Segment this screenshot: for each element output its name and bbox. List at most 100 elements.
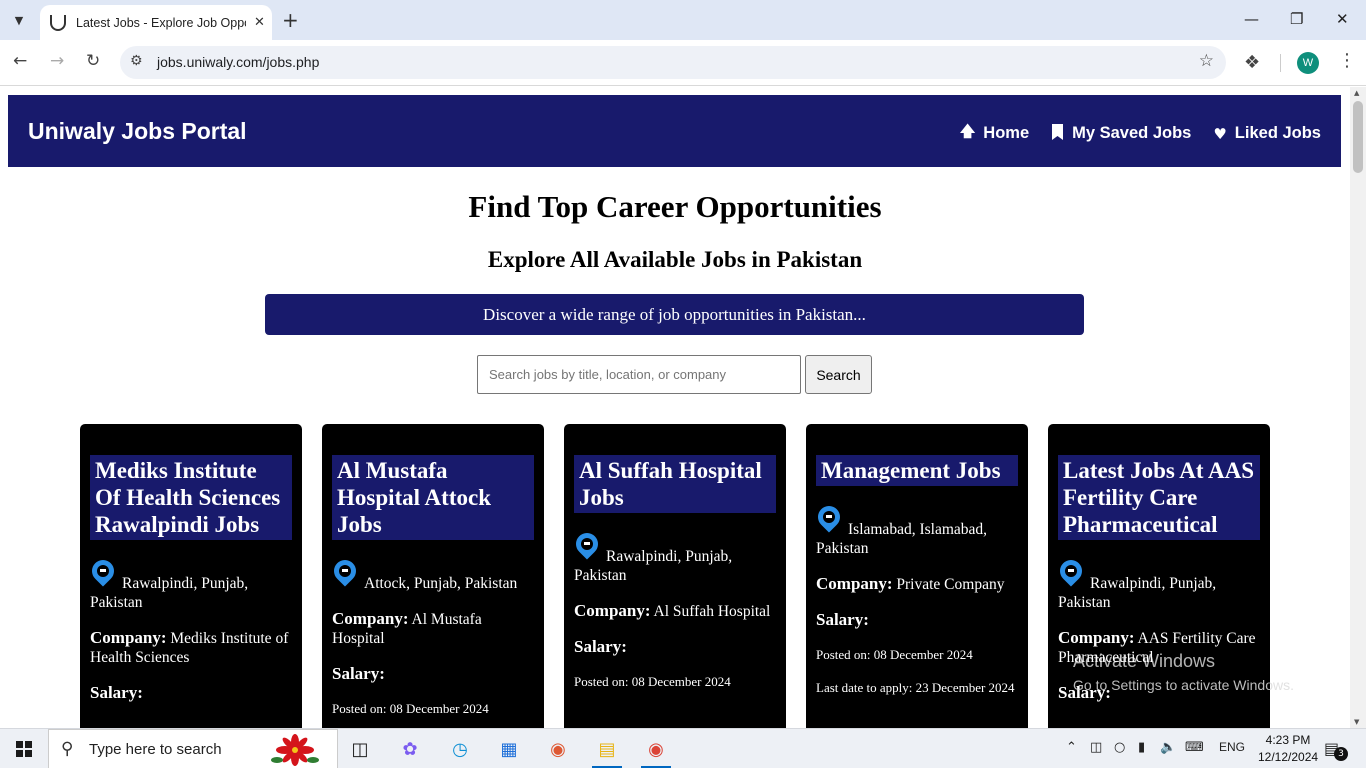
task-view-icon[interactable]: ◫ [345,734,375,764]
salary-label: Salary: [90,683,143,702]
scroll-up-icon[interactable]: ▲ [1354,89,1359,97]
job-title[interactable]: Al Mustafa Hospital Attock Jobs [332,455,534,540]
arrow-up-icon: 🡅 [959,122,976,140]
site-brand[interactable]: Uniwaly Jobs Portal [28,118,247,145]
file-explorer-icon[interactable]: ▤ [592,734,622,768]
posted-date: Posted on: 08 December 2024 [816,647,973,662]
salary-label: Salary: [574,637,627,656]
windows-start-icon[interactable] [16,741,32,757]
job-company: Company: Mediks Institute of Health Scie… [90,628,292,667]
company-name: Private Company [896,576,1005,593]
language-indicator[interactable]: ENG [1219,740,1245,754]
url-text[interactable]: jobs.uniwaly.com/jobs.php [157,54,319,70]
toolbar-divider [1280,54,1281,72]
keyboard-icon[interactable]: ⌨ [1185,740,1204,755]
back-icon[interactable]: ← [13,51,27,71]
chrome-browser-icon[interactable]: ◉ [641,734,671,768]
scroll-down-icon[interactable]: ▼ [1354,718,1359,726]
address-bar[interactable]: ⚙ jobs.uniwaly.com/jobs.php ☆ [120,46,1226,79]
intro-banner: Discover a wide range of job opportuniti… [265,294,1084,335]
restore-icon[interactable]: ❐ [1290,10,1303,28]
nav-liked-jobs-link[interactable]: ♥ Liked Jobs [1213,121,1321,146]
posted-date: Posted on: 08 December 2024 [574,674,731,689]
job-company: Company: Al Suffah Hospital [574,601,776,621]
company-label: Company: [574,601,651,620]
browser-toolbar: ← → ↻ ⚙ jobs.uniwaly.com/jobs.php ☆ [0,40,1366,86]
nav-liked-jobs-label: Liked Jobs [1234,124,1321,142]
job-title[interactable]: Latest Jobs At AAS Fertility Care Pharma… [1058,455,1260,540]
location-pin-icon [1055,555,1087,590]
taskbar-clock[interactable]: 4:23 PM 12/12/2024 [1258,732,1318,766]
job-title[interactable]: Mediks Institute Of Health Sciences Rawa… [90,455,292,540]
clock-date: 12/12/2024 [1258,750,1319,764]
extensions-icon[interactable]: ❖ [1244,52,1260,73]
new-tab-icon[interactable]: + [282,8,299,32]
job-location: Rawalpindi, Punjab, Pakistan [571,528,776,585]
job-company: Company: Al Mustafa Hospital [332,609,534,648]
nav-saved-jobs-link[interactable]: My Saved Jobs [1051,121,1191,146]
job-title[interactable]: Management Jobs [816,455,1018,486]
browser-tab[interactable]: Latest Jobs - Explore Job Opportunities … [40,5,272,40]
job-card[interactable]: Al Suffah Hospital Jobs Rawalpindi, Punj… [564,424,786,728]
site-nav: 🡅 Home My Saved Jobs ♥ Liked Jobs [960,121,1321,146]
clock-time: 4:23 PM [1265,733,1311,747]
edge-browser-icon[interactable]: ◷ [445,734,475,764]
salary-label: Salary: [816,610,869,629]
job-location: Rawalpindi, Punjab, Pakistan [1055,555,1260,612]
company-label: Company: [816,574,893,593]
reload-icon[interactable]: ↻ [86,51,100,71]
tab-search-dropdown-icon[interactable]: ▼ [6,7,32,33]
location-pin-icon [571,528,603,563]
minimize-icon[interactable]: — [1244,10,1259,28]
notification-count: 3 [1334,747,1348,761]
page-scrollbar[interactable]: ▲ ▼ [1350,87,1366,728]
taskbar-search-placeholder: Type here to search [89,741,222,758]
meet-now-icon[interactable]: ◫ [1090,740,1102,755]
poinsettia-icon [271,734,319,766]
nav-home-link[interactable]: 🡅 Home [960,121,1029,146]
bookmark-icon [1051,123,1064,144]
job-location: Islamabad, Islamabad, Pakistan [813,501,1018,558]
page-viewport: Uniwaly Jobs Portal 🡅 Home My Saved Jobs… [0,87,1350,728]
profile-avatar[interactable]: W [1297,52,1319,74]
battery-icon[interactable]: ▮ [1138,740,1145,755]
volume-icon[interactable]: 🔈 [1160,740,1176,755]
windows-taskbar: ⚲ Type here to search ◫ ✿ ◷ ▦ ◉ ▤ ◉ ⌃ ◫ … [0,728,1366,768]
nav-home-label: Home [983,124,1030,142]
microsoft-store-icon[interactable]: ▦ [494,734,524,764]
activate-windows-subtitle: Go to Settings to activate Windows. [1073,677,1294,693]
location-pin-icon [329,555,361,590]
forward-icon[interactable]: → [50,51,64,71]
copilot-icon[interactable]: ✿ [395,734,425,764]
scrollbar-thumb[interactable] [1353,101,1363,173]
job-location-text: Attock, Punjab, Pakistan [364,575,518,592]
page-subtitle: Explore All Available Jobs in Pakistan [487,247,863,272]
notification-center-icon[interactable]: ▤ 3 [1324,739,1348,761]
search-button[interactable]: Search [805,355,872,394]
job-card[interactable]: Mediks Institute Of Health Sciences Rawa… [80,424,302,728]
job-search-input[interactable] [477,355,801,394]
job-card[interactable]: Management Jobs Islamabad, Islamabad, Pa… [806,424,1028,728]
heart-icon: ♥ [1213,124,1227,143]
tab-title: Latest Jobs - Explore Job Opportunities [76,15,246,30]
page-title: Find Top Career Opportunities [468,189,882,224]
job-location: Attock, Punjab, Pakistan [329,555,534,593]
tab-close-icon[interactable]: ✕ [254,15,265,30]
company-label: Company: [332,609,409,628]
posted-date: Posted on: 08 December 2024 [332,701,489,716]
duckduckgo-icon[interactable]: ◉ [543,734,573,764]
company-name: Al Suffah Hospital [653,603,771,620]
taskbar-search-box[interactable]: ⚲ Type here to search [48,729,338,768]
browser-menu-icon[interactable]: ⋮ [1338,50,1356,71]
browser-tab-strip: ▼ Latest Jobs - Explore Job Opportunitie… [0,0,1366,40]
job-title[interactable]: Al Suffah Hospital Jobs [574,455,776,513]
company-label: Company: [90,628,167,647]
job-card[interactable]: Al Mustafa Hospital Attock Jobs Attock, … [322,424,544,728]
salary-label: Salary: [332,664,385,683]
wifi-icon[interactable]: ○ [1114,740,1125,755]
window-close-icon[interactable]: ✕ [1336,10,1349,28]
bookmark-star-icon[interactable]: ☆ [1199,51,1214,71]
site-info-icon[interactable]: ⚙ [130,53,143,69]
nav-saved-jobs-label: My Saved Jobs [1072,124,1192,142]
show-hidden-icons-icon[interactable]: ⌃ [1066,740,1077,755]
